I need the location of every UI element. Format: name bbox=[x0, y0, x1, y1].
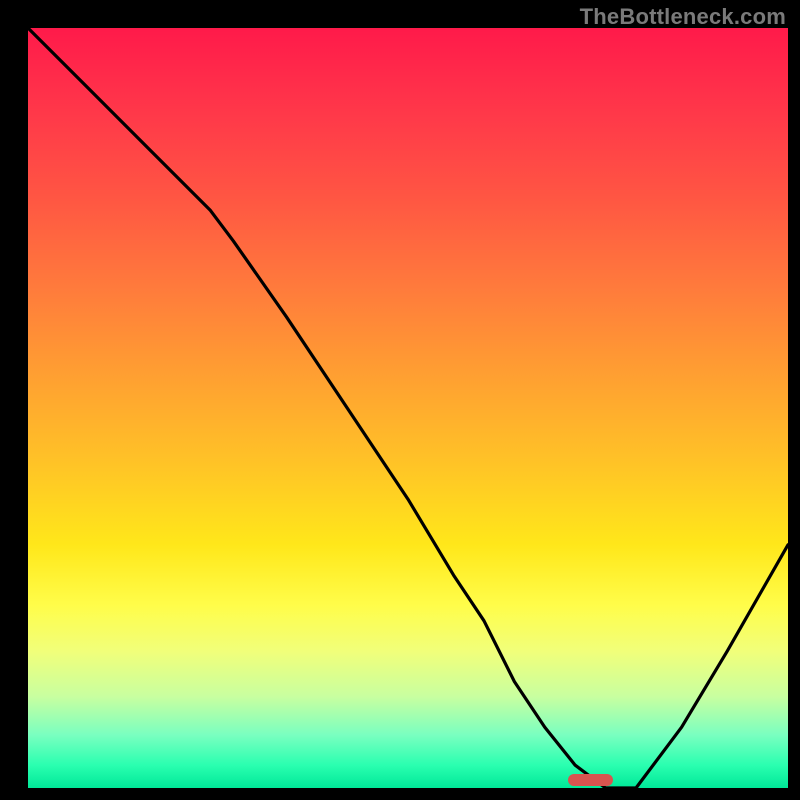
optimum-marker bbox=[568, 774, 614, 786]
watermark-text: TheBottleneck.com bbox=[580, 4, 786, 30]
plot-background bbox=[28, 28, 788, 788]
chart-frame: TheBottleneck.com bbox=[0, 0, 800, 800]
